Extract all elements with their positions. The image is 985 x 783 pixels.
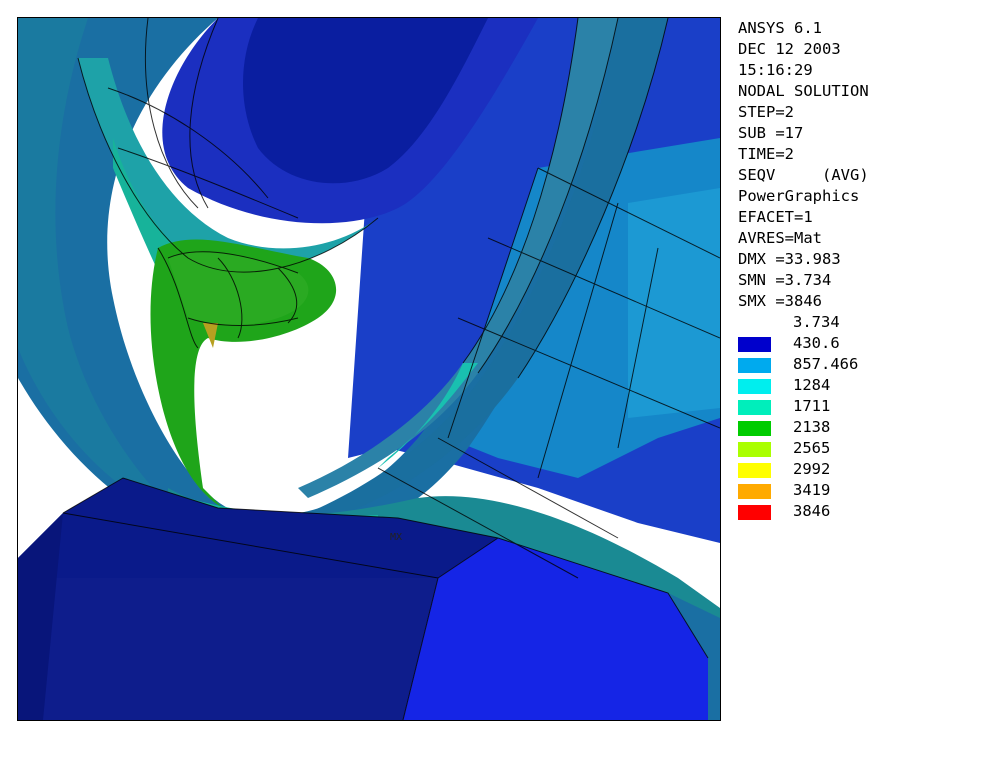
info-smx: SMX =3846 — [738, 292, 822, 310]
legend-value: 857.466 — [793, 355, 859, 373]
info-date: DEC 12 2003 — [738, 40, 841, 58]
info-smn: SMN =3.734 — [738, 271, 832, 289]
contour-legend: 3.734 430.6 857.466 1284 1711 2138 2565 … — [738, 312, 978, 522]
legend-row: 1711 — [738, 396, 978, 417]
info-panel: ANSYS 6.1 DEC 12 2003 15:16:29 NODAL SOL… — [738, 18, 978, 312]
block-front-face — [18, 578, 438, 720]
legend-row: 3846 — [738, 501, 978, 522]
legend-swatch — [738, 337, 771, 352]
info-time-value: TIME=2 — [738, 145, 794, 163]
legend-value: 2138 — [793, 418, 831, 436]
legend-row: 857.466 — [738, 354, 978, 375]
contour-plot-viewport[interactable]: MX — [17, 17, 721, 721]
info-seqv: SEQV (AVG) — [738, 166, 869, 184]
info-powergraphics: PowerGraphics — [738, 187, 860, 205]
info-time: 15:16:29 — [738, 61, 813, 79]
legend-swatch — [738, 442, 771, 457]
stress-contour-mesh: MX — [18, 18, 720, 720]
info-sub: SUB =17 — [738, 124, 804, 142]
right-lighter-band — [628, 188, 720, 418]
info-step: STEP=2 — [738, 103, 794, 121]
legend-row: 2992 — [738, 459, 978, 480]
legend-row: 1284 — [738, 375, 978, 396]
info-dmx: DMX =33.983 — [738, 250, 841, 268]
info-solution: NODAL SOLUTION — [738, 82, 869, 100]
info-title: ANSYS 6.1 — [738, 19, 822, 37]
legend-min-value: 3.734 — [793, 313, 840, 331]
legend-value: 1284 — [793, 376, 831, 394]
info-avres: AVRES=Mat — [738, 229, 822, 247]
legend-value: 3419 — [793, 481, 831, 499]
legend-value: 2992 — [793, 460, 831, 478]
max-marker: MX — [390, 532, 402, 543]
block-top-face — [18, 478, 498, 578]
legend-swatch — [738, 358, 771, 373]
legend-min-row: 3.734 — [738, 312, 978, 333]
legend-row: 3419 — [738, 480, 978, 501]
legend-row: 430.6 — [738, 333, 978, 354]
legend-value: 3846 — [793, 502, 831, 520]
legend-row: 2565 — [738, 438, 978, 459]
legend-swatch — [738, 421, 771, 436]
legend-value: 1711 — [793, 397, 831, 415]
legend-swatch — [738, 400, 771, 415]
legend-row: 2138 — [738, 417, 978, 438]
info-efacet: EFACET=1 — [738, 208, 813, 226]
legend-value: 430.6 — [793, 334, 840, 352]
legend-swatch — [738, 484, 771, 499]
legend-swatch — [738, 505, 771, 520]
legend-swatch — [738, 379, 771, 394]
legend-value: 2565 — [793, 439, 831, 457]
legend-swatch — [738, 463, 771, 478]
